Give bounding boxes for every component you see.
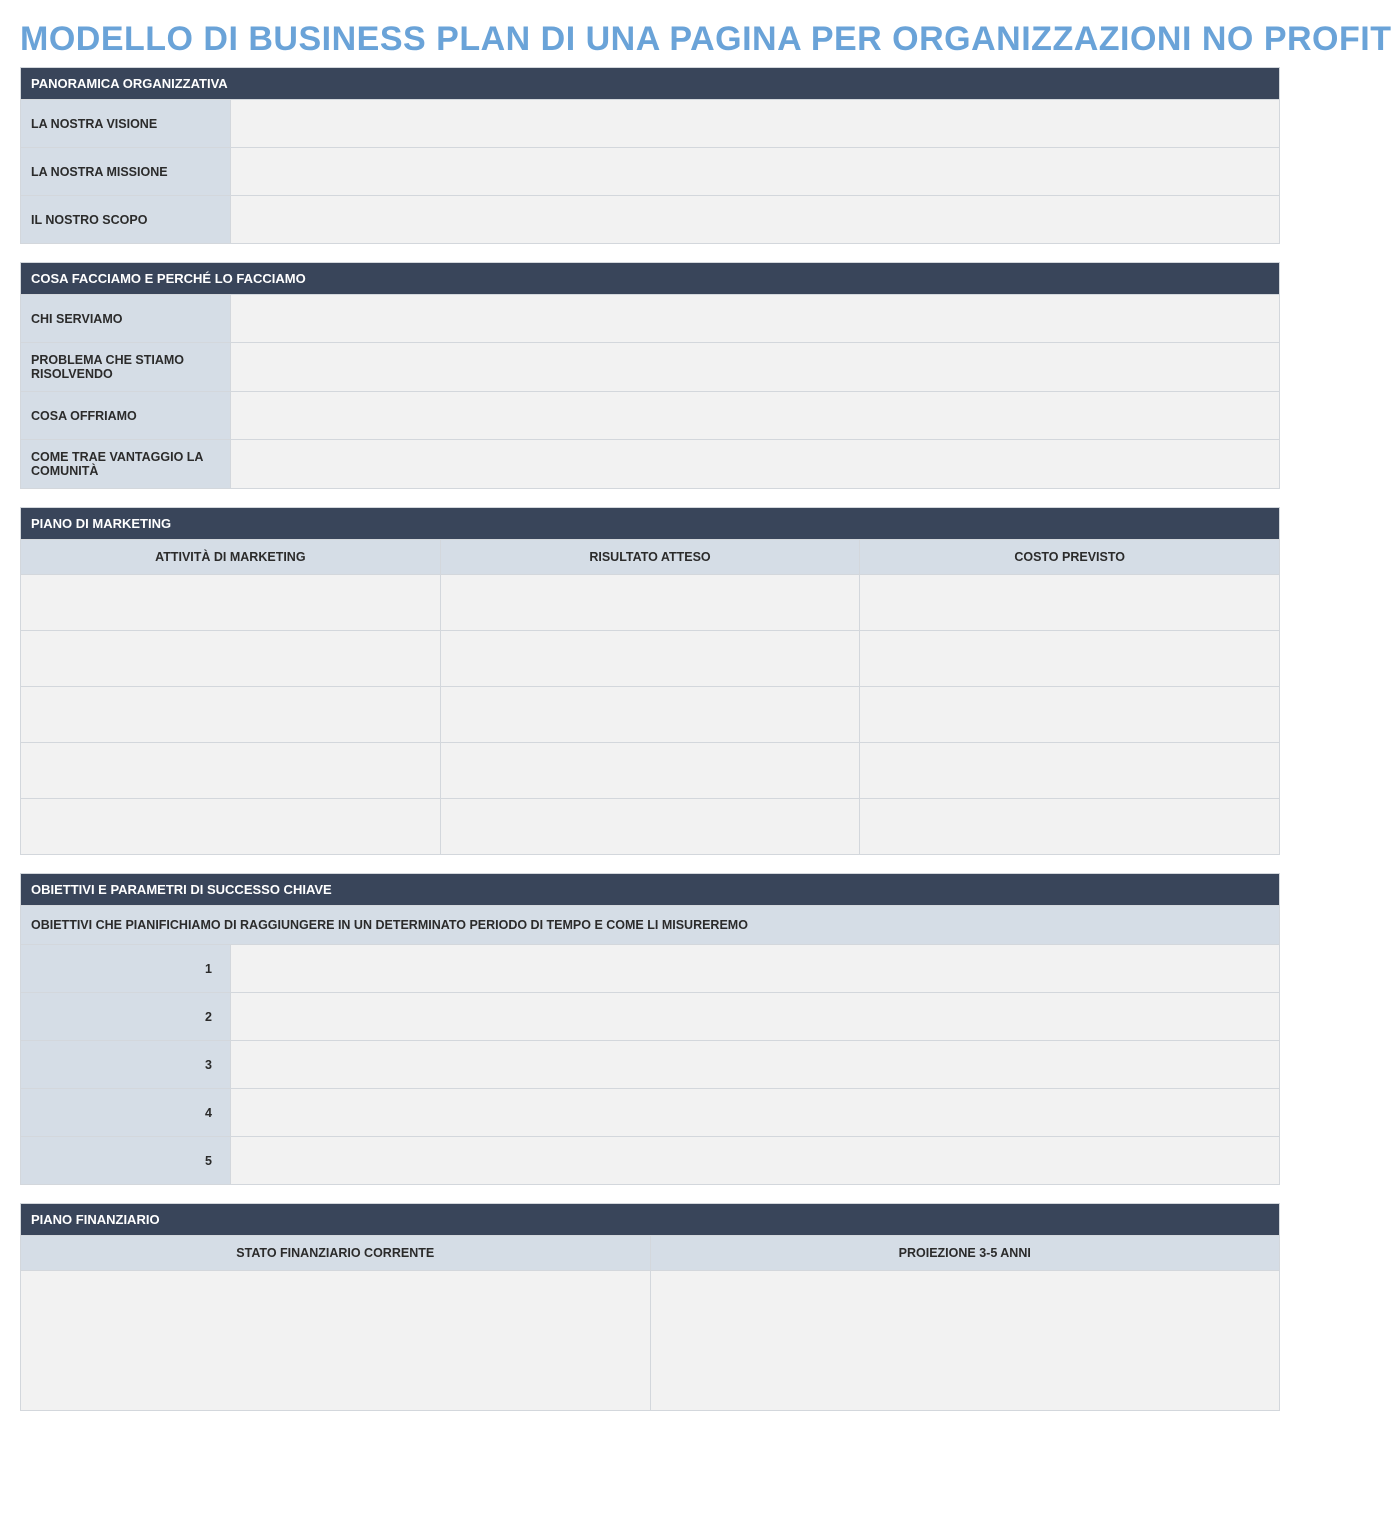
section3-r2-c1[interactable] xyxy=(440,687,860,743)
section2-row0-value[interactable] xyxy=(231,295,1280,343)
section3-r4-c0[interactable] xyxy=(21,799,441,855)
section-what-we-do: COSA FACCIAMO E PERCHÉ LO FACCIAMO CHI S… xyxy=(20,262,1380,489)
section2-row0-label: CHI SERVIAMO xyxy=(21,295,231,343)
section4-r2-value[interactable] xyxy=(231,1041,1280,1089)
section3-r1-c1[interactable] xyxy=(440,631,860,687)
section3-col0: ATTIVITÀ DI MARKETING xyxy=(21,540,441,575)
section2-row2-label: COSA OFFRIAMO xyxy=(21,392,231,440)
section4-r4-num: 5 xyxy=(21,1137,231,1185)
section3-col2: COSTO PREVISTO xyxy=(860,540,1280,575)
section3-r2-c2[interactable] xyxy=(860,687,1280,743)
section2-row3-value[interactable] xyxy=(231,440,1280,489)
section5-col0: STATO FINANZIARIO CORRENTE xyxy=(21,1236,651,1271)
section4-r3-num: 4 xyxy=(21,1089,231,1137)
section3-r3-c0[interactable] xyxy=(21,743,441,799)
section3-r0-c2[interactable] xyxy=(860,575,1280,631)
section-financial-plan: PIANO FINANZIARIO STATO FINANZIARIO CORR… xyxy=(20,1203,1380,1411)
section4-r4-value[interactable] xyxy=(231,1137,1280,1185)
section1-row1-label: LA NOSTRA MISSIONE xyxy=(21,148,231,196)
section1-row1-value[interactable] xyxy=(231,148,1280,196)
section2-row1-label: PROBLEMA CHE STIAMO RISOLVENDO xyxy=(21,343,231,392)
section5-current[interactable] xyxy=(21,1271,651,1411)
section4-r1-num: 2 xyxy=(21,993,231,1041)
section3-r0-c0[interactable] xyxy=(21,575,441,631)
section2-row1-value[interactable] xyxy=(231,343,1280,392)
section4-header: OBIETTIVI E PARAMETRI DI SUCCESSO CHIAVE xyxy=(21,874,1280,906)
section3-r1-c0[interactable] xyxy=(21,631,441,687)
section5-header: PIANO FINANZIARIO xyxy=(21,1204,1280,1236)
section4-r0-value[interactable] xyxy=(231,945,1280,993)
section1-row0-label: LA NOSTRA VISIONE xyxy=(21,100,231,148)
section3-r1-c2[interactable] xyxy=(860,631,1280,687)
section4-r0-num: 1 xyxy=(21,945,231,993)
section5-projection[interactable] xyxy=(650,1271,1280,1411)
section4-r1-value[interactable] xyxy=(231,993,1280,1041)
section5-col1: PROIEZIONE 3-5 ANNI xyxy=(650,1236,1280,1271)
section-objectives: OBIETTIVI E PARAMETRI DI SUCCESSO CHIAVE… xyxy=(20,873,1380,1185)
section-marketing-plan: PIANO DI MARKETING ATTIVITÀ DI MARKETING… xyxy=(20,507,1380,855)
section1-row2-label: IL NOSTRO SCOPO xyxy=(21,196,231,244)
section4-r2-num: 3 xyxy=(21,1041,231,1089)
section4-r3-value[interactable] xyxy=(231,1089,1280,1137)
page-title: MODELLO DI BUSINESS PLAN DI UNA PAGINA P… xyxy=(20,20,1380,59)
section3-r0-c1[interactable] xyxy=(440,575,860,631)
section3-col1: RISULTATO ATTESO xyxy=(440,540,860,575)
section2-row3-label: COME TRAE VANTAGGIO LA COMUNITÀ xyxy=(21,440,231,489)
section4-description: OBIETTIVI CHE PIANIFICHIAMO DI RAGGIUNGE… xyxy=(21,906,1280,945)
section-org-overview: PANORAMICA ORGANIZZATIVA LA NOSTRA VISIO… xyxy=(20,67,1380,244)
section3-r3-c1[interactable] xyxy=(440,743,860,799)
section2-header: COSA FACCIAMO E PERCHÉ LO FACCIAMO xyxy=(21,263,1280,295)
section3-r4-c2[interactable] xyxy=(860,799,1280,855)
section1-row0-value[interactable] xyxy=(231,100,1280,148)
section1-row2-value[interactable] xyxy=(231,196,1280,244)
section3-header: PIANO DI MARKETING xyxy=(21,508,1280,540)
section3-r4-c1[interactable] xyxy=(440,799,860,855)
section2-row2-value[interactable] xyxy=(231,392,1280,440)
section3-r3-c2[interactable] xyxy=(860,743,1280,799)
section1-header: PANORAMICA ORGANIZZATIVA xyxy=(21,68,1280,100)
section3-r2-c0[interactable] xyxy=(21,687,441,743)
